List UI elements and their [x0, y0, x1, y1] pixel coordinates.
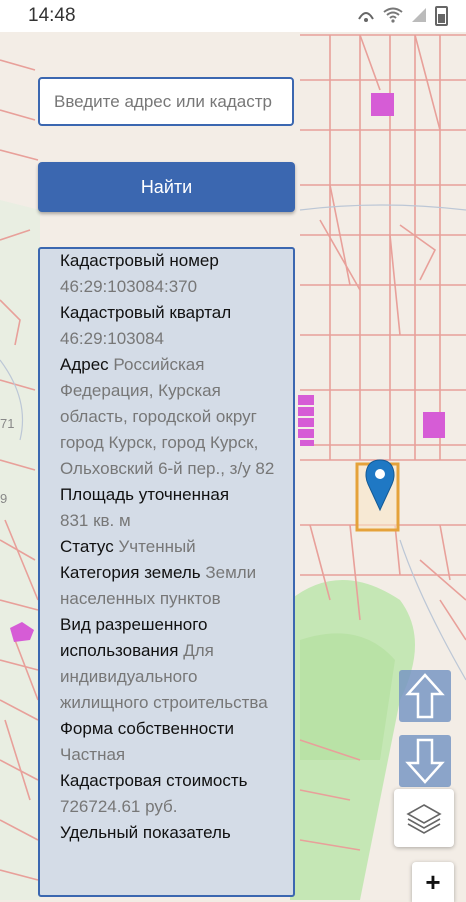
info-label: Кадастровая стоимость	[60, 771, 248, 790]
scroll-down-button[interactable]	[399, 735, 451, 787]
map-label: 9	[0, 491, 7, 506]
wifi-icon	[383, 7, 403, 26]
status-bar: 14:48	[0, 0, 466, 32]
info-row-specific-indicator: Удельный показатель	[60, 820, 282, 846]
status-time: 14:48	[28, 5, 76, 26]
info-row-cadastral-quarter: Кадастровый квартал 46:29:103084	[60, 300, 282, 352]
info-row-cadastral-value: Кадастровая стоимость 726724.61 руб.	[60, 768, 282, 820]
info-label: Кадастровый номер	[60, 251, 219, 270]
info-value: 46:29:103084:370	[60, 277, 198, 296]
map-label: 71	[0, 416, 14, 431]
info-label: Удельный показатель	[60, 823, 231, 842]
search-button[interactable]: Найти	[38, 162, 295, 212]
layers-icon	[406, 804, 442, 834]
info-row-status: Статус Учтенный	[60, 534, 282, 560]
info-label: Статус	[60, 537, 114, 556]
park-area	[300, 633, 395, 760]
info-row-land-category: Категория земель Земли населенных пункто…	[60, 560, 282, 612]
layers-button[interactable]	[394, 789, 454, 847]
info-row-permitted-use: Вид разрешенного использования Для индив…	[60, 612, 282, 716]
scroll-up-button[interactable]	[399, 670, 451, 722]
signal-icon	[411, 7, 427, 26]
search-input[interactable]	[40, 79, 292, 124]
arrow-up-icon	[405, 673, 445, 719]
battery-icon	[435, 6, 448, 26]
info-label: Форма собственности	[60, 719, 234, 738]
info-label: Кадастровый квартал	[60, 303, 232, 322]
zoom-in-button[interactable]: +	[412, 862, 454, 902]
info-row-cadastral-number: Кадастровый номер 46:29:103084:370	[60, 249, 282, 300]
info-row-address: Адрес Российская Федерация, Курская обла…	[60, 352, 282, 482]
info-row-ownership: Форма собственности Частная	[60, 716, 282, 768]
info-value: 46:29:103084	[60, 329, 164, 348]
building	[423, 412, 445, 438]
info-label: Площадь уточненная	[60, 485, 230, 504]
search-box[interactable]	[38, 77, 294, 126]
wifi-call-icon	[357, 7, 375, 26]
status-icons	[357, 6, 448, 26]
info-label: Адрес	[60, 355, 109, 374]
info-value: 831 кв. м	[60, 511, 131, 530]
arrow-down-icon	[405, 738, 445, 784]
info-value: 726724.61 руб.	[60, 797, 178, 816]
info-label: Категория земель	[60, 563, 201, 582]
parcel-info-list: Кадастровый номер 46:29:103084:370 Кадас…	[60, 249, 282, 846]
info-value: Частная	[60, 745, 126, 764]
info-row-area: Площадь уточненная 831 кв. м	[60, 482, 282, 534]
parcel-info-panel[interactable]: Кадастровый номер 46:29:103084:370 Кадас…	[38, 247, 295, 897]
info-value: Учтенный	[118, 537, 196, 556]
building	[371, 93, 394, 116]
